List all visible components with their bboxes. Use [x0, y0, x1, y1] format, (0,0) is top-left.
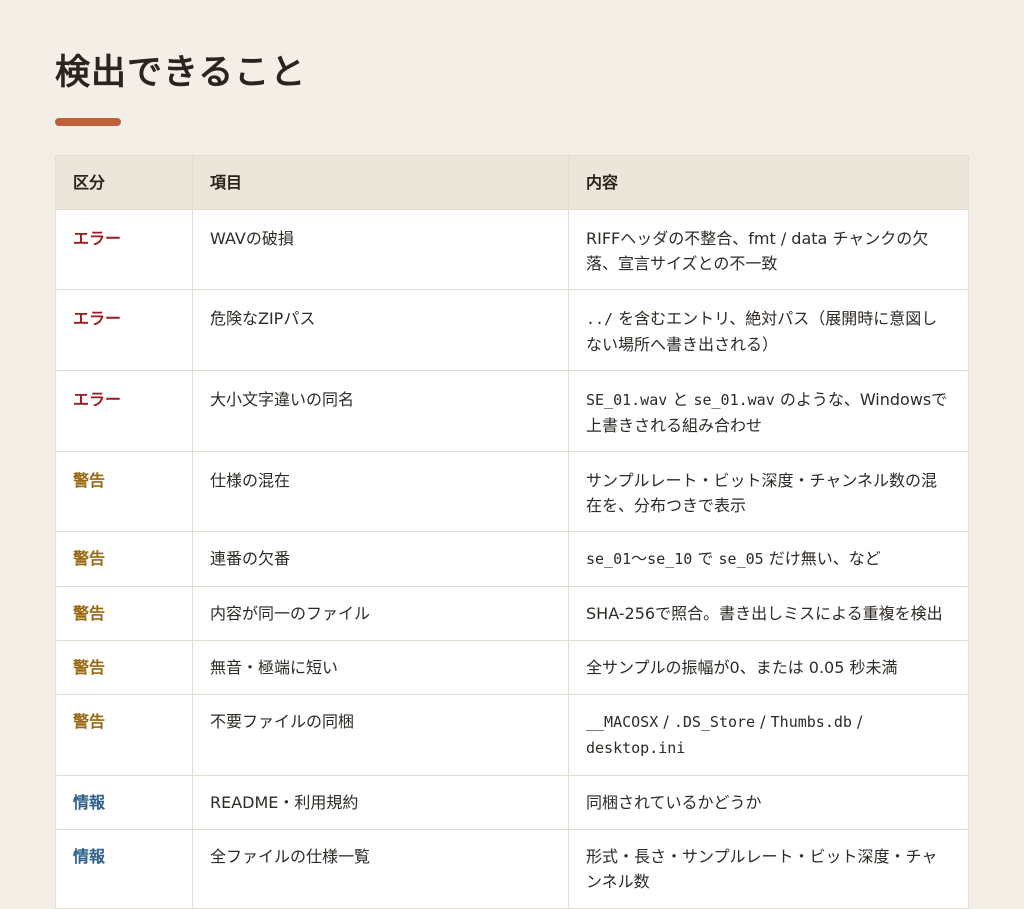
item-cell: 内容が同一のファイル: [192, 586, 569, 641]
table-header-row: 区分 項目 内容: [55, 155, 969, 210]
title-accent-bar: [55, 118, 121, 126]
category-badge: 警告: [55, 531, 193, 587]
description-cell: se_01〜se_10 で se_05 だけ無い、など: [568, 531, 969, 587]
table-row: 警告 無音・極端に短い 全サンプルの振幅が0、または 0.05 秒未満: [55, 640, 969, 695]
item-cell: 無音・極端に短い: [192, 640, 569, 695]
code-text: ../: [586, 310, 614, 328]
category-badge: 警告: [55, 586, 193, 641]
description-text: 形式・長さ・サンプルレート・ビット深度・チャンネル数: [586, 847, 938, 891]
table-row: 警告 不要ファイルの同梱 __MACOSX / .DS_Store / Thumbs…: [55, 694, 969, 776]
description-text: 全サンプルの振幅が0、または 0.05 秒未満: [586, 658, 898, 677]
description-text: 同梱されているかどうか: [586, 793, 762, 812]
description-text: を含むエントリ、絶対パス（展開時に意図しない場所へ書き出される）: [586, 309, 938, 354]
category-badge: 情報: [55, 829, 193, 909]
header-item: 項目: [192, 155, 569, 210]
item-cell: 危険なZIPパス: [192, 289, 569, 371]
description-text: /: [755, 712, 771, 731]
description-text: で: [692, 549, 719, 568]
description-text: と: [667, 390, 694, 409]
item-cell: 仕様の混在: [192, 451, 569, 532]
description-text: サンプルレート・ビット深度・チャンネル数の混在を、分布つきで表示: [586, 471, 938, 515]
description-text: 〜: [631, 549, 648, 568]
code-text: desktop.ini: [586, 739, 686, 757]
page-title: 検出できること: [55, 53, 307, 93]
description-cell: 全サンプルの振幅が0、または 0.05 秒未満: [568, 640, 969, 695]
code-text: se_05: [718, 550, 764, 568]
description-cell: 同梱されているかどうか: [568, 775, 969, 830]
header-description: 内容: [568, 155, 969, 210]
category-badge: 警告: [55, 694, 193, 776]
table-row: 警告 連番の欠番 se_01〜se_10 で se_05 だけ無い、など: [55, 531, 969, 587]
description-cell: 形式・長さ・サンプルレート・ビット深度・チャンネル数: [568, 829, 969, 909]
table-row: 警告 仕様の混在 サンプルレート・ビット深度・チャンネル数の混在を、分布つきで表示: [55, 451, 969, 532]
description-text: だけ無い、など: [763, 549, 881, 568]
category-badge: エラー: [55, 209, 193, 290]
category-badge: 情報: [55, 775, 193, 830]
table-row: エラー 大小文字違いの同名 SE_01.wav と se_01.wav のような、W…: [55, 370, 969, 452]
code-text: Thumbs.db: [770, 713, 852, 731]
description-text: /: [658, 712, 674, 731]
table-row: エラー WAVの破損 RIFFヘッダの不整合、fmt / data チャンクの欠落、…: [55, 209, 969, 290]
code-text: .DS_Store: [673, 713, 756, 731]
description-cell: SHA-256で照合。書き出しミスによる重複を検出: [568, 586, 969, 641]
table-row: エラー 危険なZIPパス ../ を含むエントリ、絶対パス（展開時に意図しない場所へ…: [55, 289, 969, 371]
item-cell: 全ファイルの仕様一覧: [192, 829, 569, 909]
page: 検出できること 区分 項目 内容 エラー WAVの破損 RIFFヘッダの不整合、fm…: [0, 0, 1024, 909]
detection-table: 区分 項目 内容 エラー WAVの破損 RIFFヘッダの不整合、fmt / data…: [55, 155, 969, 909]
item-cell: README・利用規約: [192, 775, 569, 830]
item-cell: WAVの破損: [192, 209, 569, 290]
description-cell: ../ を含むエントリ、絶対パス（展開時に意図しない場所へ書き出される）: [568, 289, 969, 371]
category-badge: エラー: [55, 370, 193, 452]
item-cell: 大小文字違いの同名: [192, 370, 569, 452]
description-cell: RIFFヘッダの不整合、fmt / data チャンクの欠落、宣言サイズとの不一…: [568, 209, 969, 290]
description-cell: SE_01.wav と se_01.wav のような、Windowsで上書きされ…: [568, 370, 969, 452]
description-text: /: [851, 712, 863, 731]
code-text: se_10: [647, 550, 693, 568]
description-text: SHA-256で照合。書き出しミスによる重複を検出: [586, 604, 943, 623]
code-text: SE_01.wav: [586, 391, 668, 409]
item-cell: 不要ファイルの同梱: [192, 694, 569, 776]
header-category: 区分: [55, 155, 193, 210]
code-text: se_01: [586, 550, 632, 568]
table-row: 情報 全ファイルの仕様一覧 形式・長さ・サンプルレート・ビット深度・チャンネル数: [55, 829, 969, 909]
code-text: se_01.wav: [693, 391, 775, 409]
table-row: 警告 内容が同一のファイル SHA-256で照合。書き出しミスによる重複を検出: [55, 586, 969, 641]
category-badge: 警告: [55, 640, 193, 695]
code-text: __MACOSX: [586, 713, 659, 731]
description-cell: __MACOSX / .DS_Store / Thumbs.db / deskt…: [568, 694, 969, 776]
description-cell: サンプルレート・ビット深度・チャンネル数の混在を、分布つきで表示: [568, 451, 969, 532]
item-cell: 連番の欠番: [192, 531, 569, 587]
table-row: 情報 README・利用規約 同梱されているかどうか: [55, 775, 969, 830]
category-badge: エラー: [55, 289, 193, 371]
category-badge: 警告: [55, 451, 193, 532]
description-text: RIFFヘッダの不整合、fmt / data チャンクの欠落、宣言サイズとの不一…: [586, 229, 929, 273]
